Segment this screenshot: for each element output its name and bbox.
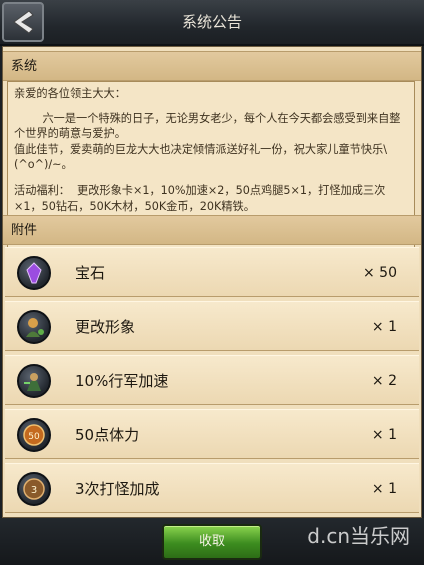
- attachment-row: 50 50点体力 × 1: [5, 409, 419, 459]
- message-paragraph-2: 值此佳节，爱卖萌的巨龙大大也决定倾情派送好礼一份，祝大家儿童节快乐\(^o^)/…: [14, 142, 387, 172]
- attachment-qty: × 1: [371, 481, 397, 497]
- announcement-panel: 系统 亲爱的各位领主大大： 六一是一个特殊的日子，无论男女老少，每个人在今天都会…: [2, 46, 422, 518]
- attachment-qty: × 1: [371, 427, 397, 443]
- attachment-qty: × 2: [371, 373, 397, 389]
- attachment-row: 3 3次打怪加成 × 1: [5, 463, 419, 513]
- attachment-name: 更改形象: [75, 318, 136, 336]
- message-rewards: 活动福利： 更改形象卡×1，10%加速×2，50点鸡腿5×1，打怪加成三次×1，…: [14, 183, 386, 213]
- watermark-logo: d.cn当乐网: [307, 524, 410, 548]
- message-greeting: 亲爱的各位领主大大：: [14, 87, 126, 100]
- svg-text:50: 50: [28, 432, 40, 442]
- system-section-header: 系统: [3, 51, 421, 81]
- attachment-row: 更改形象 × 1: [5, 301, 419, 351]
- attachment-name: 3次打怪加成: [75, 480, 160, 498]
- attachment-name: 宝石: [75, 264, 106, 282]
- header-bar: 系统公告: [0, 0, 424, 46]
- march-speedup-icon: [17, 364, 51, 398]
- svg-text:3: 3: [31, 485, 37, 496]
- change-avatar-icon: [17, 310, 51, 344]
- gem-icon: [17, 256, 51, 290]
- stamina-icon: 50: [17, 418, 51, 452]
- collect-button[interactable]: 收取: [162, 524, 262, 560]
- attachment-name: 50点体力: [75, 426, 140, 444]
- attachment-row: 宝石 × 50: [5, 247, 419, 297]
- attachment-qty: × 1: [371, 319, 397, 335]
- attachment-qty: × 50: [363, 265, 397, 281]
- attachments-section-header: 附件: [3, 215, 421, 245]
- monster-bonus-icon: 3: [17, 472, 51, 506]
- page-title: 系统公告: [181, 13, 242, 31]
- attachment-row: 10%行军加速 × 2: [5, 355, 419, 405]
- attachment-name: 10%行军加速: [75, 372, 169, 390]
- message-paragraph-1: 六一是一个特殊的日子，无论男女老少，每个人在今天都会感受到来自整个世界的萌意与爱…: [14, 111, 401, 141]
